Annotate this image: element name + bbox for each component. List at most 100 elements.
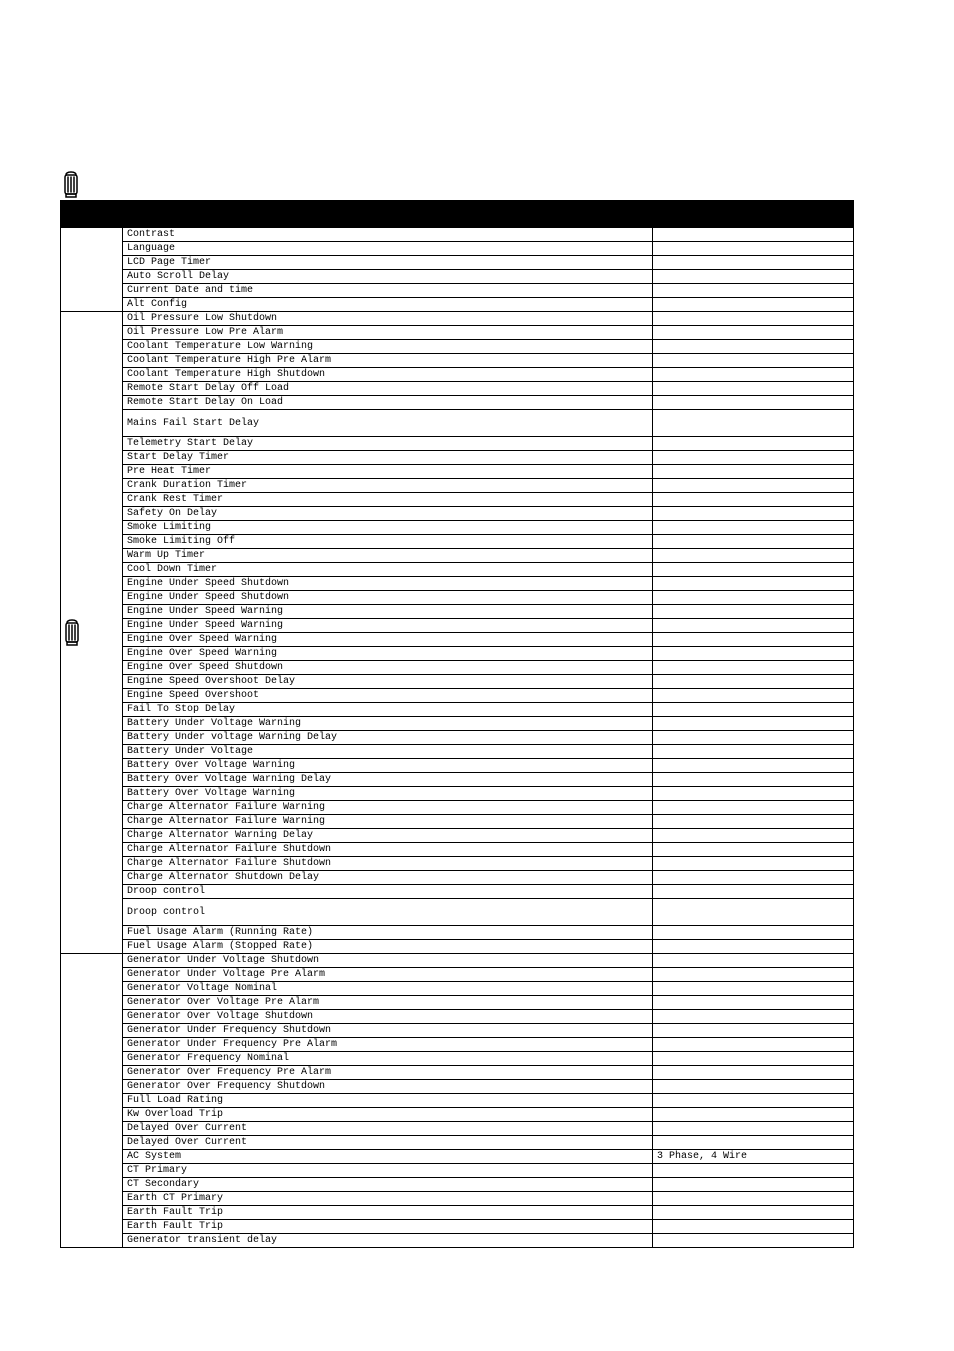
table-row: Crank Rest Timer — [61, 493, 854, 507]
setting-value — [653, 1206, 854, 1220]
table-row: Droop control — [61, 885, 854, 899]
setting-value — [653, 577, 854, 591]
setting-label: Contrast — [123, 228, 653, 242]
setting-label: Charge Alternator Failure Warning — [123, 815, 653, 829]
setting-label: Kw Overload Trip — [123, 1108, 653, 1122]
table-row: Battery Over Voltage Warning Delay — [61, 773, 854, 787]
setting-label: Generator Frequency Nominal — [123, 1052, 653, 1066]
setting-label: Current Date and time — [123, 284, 653, 298]
setting-value — [653, 465, 854, 479]
table-row: Generator Under Frequency Pre Alarm — [61, 1038, 854, 1052]
setting-value — [653, 829, 854, 843]
setting-label: Droop control — [123, 899, 653, 926]
table-row: Battery Under voltage Warning Delay — [61, 731, 854, 745]
setting-label: Coolant Temperature High Pre Alarm — [123, 354, 653, 368]
setting-label: Generator Under Frequency Pre Alarm — [123, 1038, 653, 1052]
setting-label: CT Secondary — [123, 1178, 653, 1192]
setting-label: Battery Over Voltage Warning — [123, 787, 653, 801]
table-row: Remote Start Delay On Load — [61, 396, 854, 410]
table-row: Battery Under Voltage Warning — [61, 717, 854, 731]
setting-label: Delayed Over Current — [123, 1122, 653, 1136]
setting-value — [653, 354, 854, 368]
setting-value — [653, 954, 854, 968]
table-row: AC System3 Phase, 4 Wire — [61, 1150, 854, 1164]
setting-label: Generator Under Frequency Shutdown — [123, 1024, 653, 1038]
setting-label: Oil Pressure Low Shutdown — [123, 312, 653, 326]
setting-value — [653, 1010, 854, 1024]
table-row: Coolant Temperature Low Warning — [61, 340, 854, 354]
setting-label: Engine Under Speed Shutdown — [123, 577, 653, 591]
table-row: Earth CT Primary — [61, 1192, 854, 1206]
table-row: Full Load Rating — [61, 1094, 854, 1108]
setting-label: Earth Fault Trip — [123, 1206, 653, 1220]
setting-label: Oil Pressure Low Pre Alarm — [123, 326, 653, 340]
setting-value — [653, 1122, 854, 1136]
setting-label: Remote Start Delay On Load — [123, 396, 653, 410]
setting-value — [653, 368, 854, 382]
table-row: CT Secondary — [61, 1178, 854, 1192]
setting-value — [653, 479, 854, 493]
setting-label: Remote Start Delay Off Load — [123, 382, 653, 396]
table-row: Battery Over Voltage Warning — [61, 759, 854, 773]
setting-label: Alt Config — [123, 298, 653, 312]
setting-label: Generator Voltage Nominal — [123, 982, 653, 996]
setting-value — [653, 410, 854, 437]
setting-value — [653, 968, 854, 982]
setting-value — [653, 521, 854, 535]
setting-value — [653, 731, 854, 745]
table-header-row — [61, 201, 854, 228]
table-row: Kw Overload Trip — [61, 1108, 854, 1122]
setting-value — [653, 493, 854, 507]
setting-label: Charge Alternator Failure Shutdown — [123, 857, 653, 871]
table-row: Fuel Usage Alarm (Stopped Rate) — [61, 940, 854, 954]
setting-label: Generator Over Voltage Shutdown — [123, 1010, 653, 1024]
table-row: Delayed Over Current — [61, 1122, 854, 1136]
table-row: Charge Alternator Shutdown Delay — [61, 871, 854, 885]
table-row: Generator transient delay — [61, 1234, 854, 1248]
setting-label: Smoke Limiting — [123, 521, 653, 535]
table-row: Safety On Delay — [61, 507, 854, 521]
setting-value — [653, 242, 854, 256]
setting-label: Fuel Usage Alarm (Running Rate) — [123, 926, 653, 940]
setting-label: Earth Fault Trip — [123, 1220, 653, 1234]
setting-value — [653, 228, 854, 242]
table-row: Pre Heat Timer — [61, 465, 854, 479]
setting-value — [653, 1052, 854, 1066]
setting-value — [653, 256, 854, 270]
setting-label: Auto Scroll Delay — [123, 270, 653, 284]
setting-value — [653, 940, 854, 954]
table-row: Engine Under Speed Shutdown — [61, 577, 854, 591]
setting-label: Smoke Limiting Off — [123, 535, 653, 549]
table-row: Auto Scroll Delay — [61, 270, 854, 284]
table-row: Battery Under Voltage — [61, 745, 854, 759]
setting-value — [653, 1080, 854, 1094]
setting-value — [653, 843, 854, 857]
setting-label: Generator Over Frequency Shutdown — [123, 1080, 653, 1094]
table-row: Generator Frequency Nominal — [61, 1052, 854, 1066]
setting-label: Mains Fail Start Delay — [123, 410, 653, 437]
setting-label: Engine Under Speed Shutdown — [123, 591, 653, 605]
setting-value: 3 Phase, 4 Wire — [653, 1150, 854, 1164]
table-row: CT Primary — [61, 1164, 854, 1178]
setting-label: Warm Up Timer — [123, 549, 653, 563]
setting-label: Start Delay Timer — [123, 451, 653, 465]
table-row: Contrast — [61, 228, 854, 242]
setting-label: Full Load Rating — [123, 1094, 653, 1108]
table-row: Charge Alternator Warning Delay — [61, 829, 854, 843]
table-row: Remote Start Delay Off Load — [61, 382, 854, 396]
setting-value — [653, 717, 854, 731]
setting-label: Earth CT Primary — [123, 1192, 653, 1206]
setting-value — [653, 926, 854, 940]
setting-label: Engine Over Speed Warning — [123, 633, 653, 647]
setting-value — [653, 745, 854, 759]
table-row: Engine Over Speed Warning — [61, 647, 854, 661]
table-row: Generator Under Frequency Shutdown — [61, 1024, 854, 1038]
setting-label: Delayed Over Current — [123, 1136, 653, 1150]
table-row: Generator Under Voltage Shutdown — [61, 954, 854, 968]
setting-value — [653, 787, 854, 801]
setting-value — [653, 885, 854, 899]
setting-label: CT Primary — [123, 1164, 653, 1178]
setting-value — [653, 382, 854, 396]
table-row: Oil Pressure Low Pre Alarm — [61, 326, 854, 340]
setting-label: AC System — [123, 1150, 653, 1164]
